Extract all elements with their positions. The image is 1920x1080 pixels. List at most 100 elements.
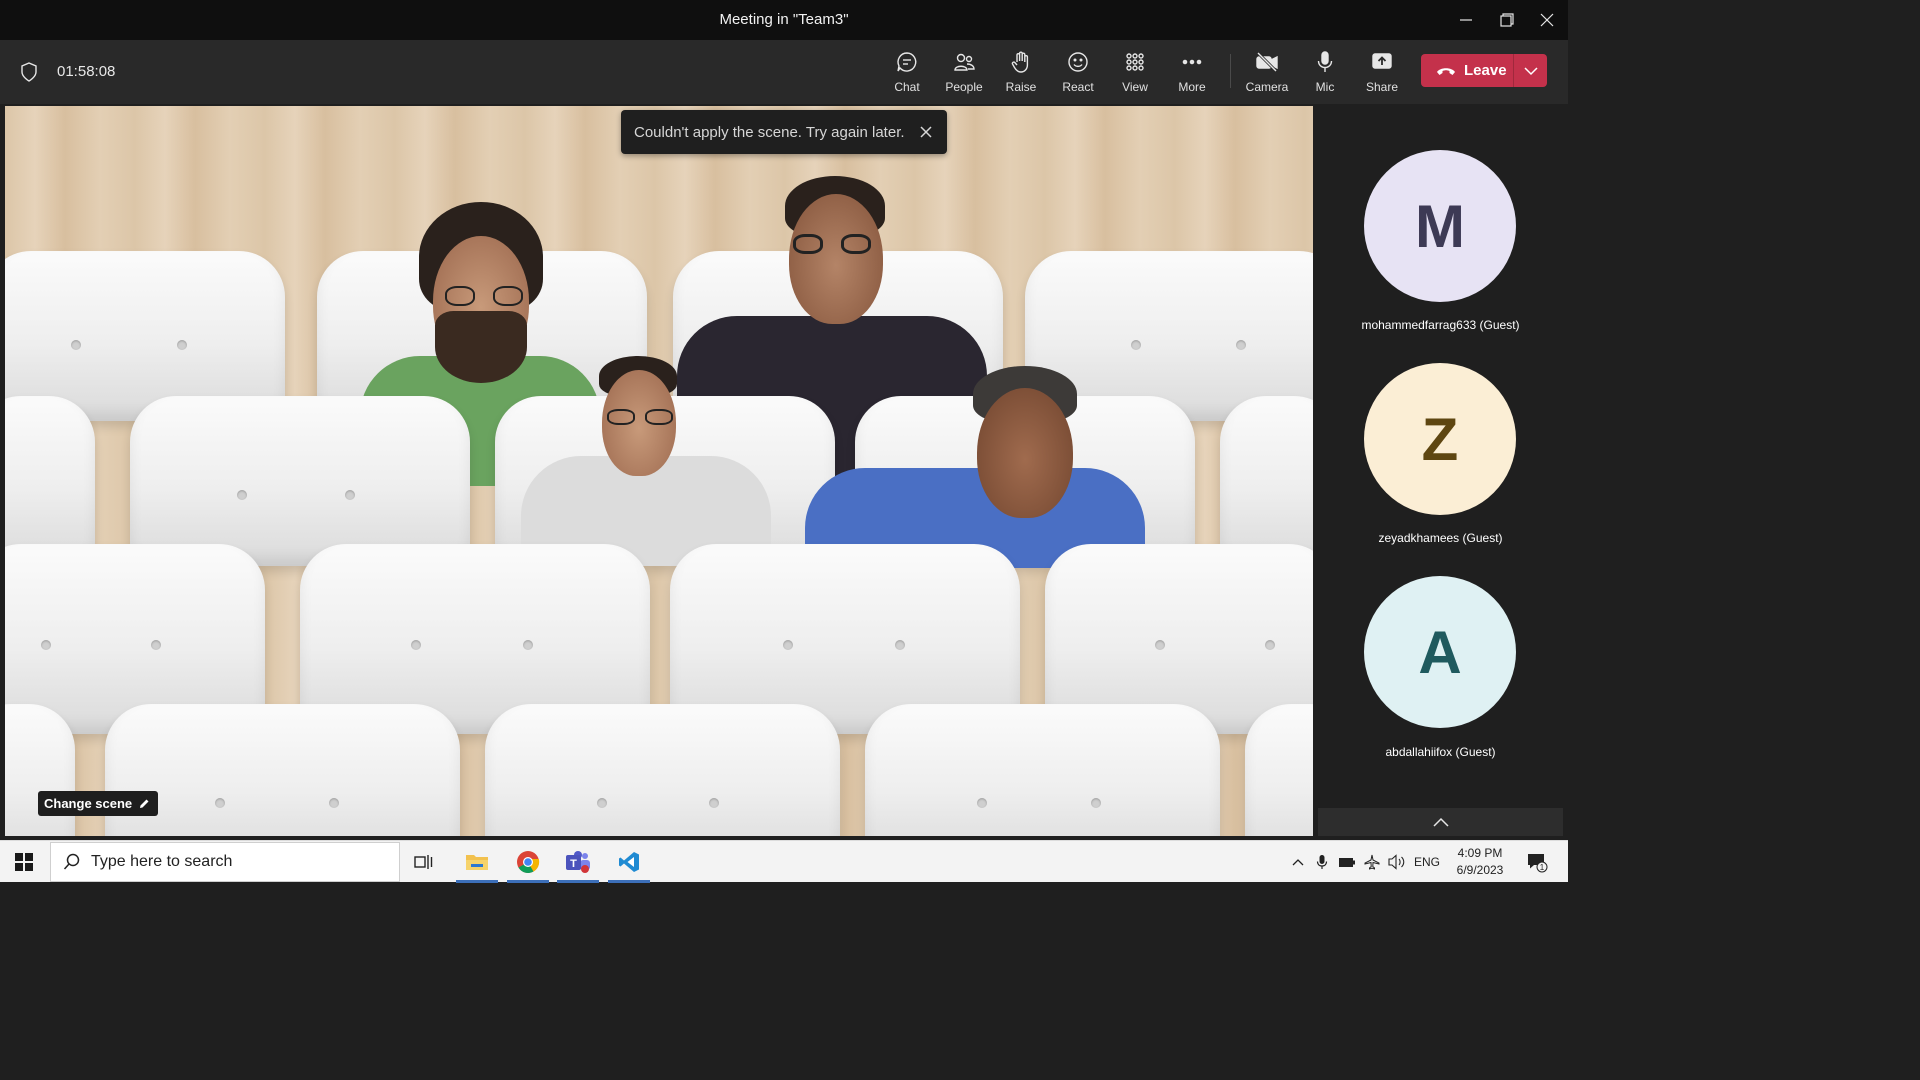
toolbar-divider	[1230, 54, 1231, 88]
camera-off-icon	[1256, 51, 1278, 73]
minimize-icon	[1460, 19, 1472, 21]
scene-error-toast: Couldn't apply the scene. Try again late…	[621, 110, 947, 154]
seat-tuft	[215, 798, 225, 808]
seat-tuft	[1155, 640, 1165, 650]
collapse-gallery-button[interactable]	[1318, 808, 1563, 836]
seat-tuft	[41, 640, 51, 650]
meeting-toolbar: 01:58:08 Chat People Raise React View Mo…	[0, 40, 1568, 104]
participant-name: mohammedfarrag633 (Guest)	[1361, 318, 1520, 332]
hang-up-icon	[1437, 67, 1455, 75]
share-label: Share	[1365, 80, 1399, 94]
view-button[interactable]: View	[1108, 50, 1162, 96]
windows-logo-icon	[15, 853, 33, 871]
participant-name: zeyadkhamees (Guest)	[1378, 531, 1503, 545]
raise-hand-button[interactable]: Raise	[994, 50, 1048, 96]
window-title: Meeting in "Team3"	[719, 11, 849, 28]
input-language-indicator[interactable]: ENG	[1414, 855, 1440, 869]
meeting-info-button[interactable]	[20, 62, 38, 87]
battery-icon	[1339, 858, 1355, 867]
mic-label: Mic	[1315, 80, 1335, 94]
participant-tile-2[interactable]: Z zeyadkhamees (Guest)	[1313, 363, 1568, 563]
seat	[485, 704, 840, 836]
people-button[interactable]: People	[937, 50, 991, 96]
mic-icon	[1316, 855, 1328, 869]
notification-icon: 1	[1528, 854, 1548, 873]
avatar: M	[1364, 150, 1516, 302]
battery-button[interactable]	[1336, 841, 1358, 883]
start-button[interactable]	[0, 841, 48, 883]
seat-tuft	[329, 798, 339, 808]
react-button[interactable]: React	[1051, 50, 1105, 96]
teams-button[interactable]: T	[557, 841, 599, 883]
seat	[5, 396, 95, 566]
leave-button[interactable]: Leave	[1421, 54, 1513, 87]
leave-label: Leave	[1464, 62, 1507, 79]
change-scene-button[interactable]: Change scene	[38, 791, 159, 816]
airplane-icon	[1364, 854, 1380, 870]
camera-button[interactable]: Camera	[1240, 50, 1294, 96]
share-button[interactable]: Share	[1355, 50, 1409, 96]
volume-button[interactable]	[1386, 841, 1408, 883]
seat	[1220, 396, 1313, 566]
mic-button[interactable]: Mic	[1298, 50, 1352, 96]
taskbar-search-box[interactable]: Type here to search	[50, 842, 400, 882]
notification-center-button[interactable]: 1	[1522, 841, 1552, 883]
avatar-initial: M	[1415, 192, 1465, 260]
glasses	[445, 286, 475, 306]
seat	[5, 704, 75, 836]
people-icon	[954, 53, 975, 71]
taskbar-clock[interactable]: 4:09 PM 6/9/2023	[1446, 845, 1514, 879]
change-scene-label: Change scene	[44, 796, 133, 811]
glasses	[793, 234, 823, 254]
restore-button[interactable]	[1487, 0, 1527, 40]
participant-tile-1[interactable]: M mohammedfarrag633 (Guest)	[1313, 150, 1568, 350]
avatar: Z	[1364, 363, 1516, 515]
glasses	[841, 234, 871, 254]
seat-tuft	[523, 640, 533, 650]
active-indicator	[507, 880, 549, 883]
smiley-icon	[1068, 52, 1088, 72]
chrome-icon	[517, 851, 540, 873]
chat-label: Chat	[894, 80, 920, 94]
vscode-button[interactable]	[608, 841, 650, 883]
airplane-mode-button[interactable]	[1361, 841, 1383, 883]
active-indicator	[557, 880, 599, 883]
windows-taskbar: Type here to search T ENG 4:09 PM 6/9/20…	[0, 840, 1568, 883]
active-indicator	[456, 880, 498, 883]
shield-icon	[21, 62, 37, 82]
seat-tuft	[151, 640, 161, 650]
share-icon	[1372, 53, 1392, 69]
restore-icon	[1500, 13, 1514, 27]
chrome-button[interactable]	[507, 841, 549, 883]
participant-tile-3[interactable]: A abdallahiifox (Guest)	[1313, 576, 1568, 776]
show-hidden-icons-button[interactable]	[1288, 841, 1308, 883]
close-window-button[interactable]	[1527, 0, 1567, 40]
avatar: A	[1364, 576, 1516, 728]
camera-label: Camera	[1245, 80, 1289, 94]
task-view-icon	[414, 855, 433, 869]
seat	[105, 704, 460, 836]
glasses	[607, 409, 635, 425]
seat-tuft	[1265, 640, 1275, 650]
seat-tuft	[597, 798, 607, 808]
leave-options-button[interactable]	[1514, 54, 1547, 87]
leave-button-group: Leave	[1421, 54, 1547, 87]
close-icon[interactable]	[919, 125, 933, 139]
more-button[interactable]: More	[1165, 50, 1219, 96]
seat-tuft	[345, 490, 355, 500]
file-explorer-button[interactable]	[456, 841, 498, 883]
seat-tuft	[783, 640, 793, 650]
mic-in-use-indicator[interactable]	[1312, 841, 1332, 883]
avatar-initial: A	[1418, 618, 1462, 686]
task-view-button[interactable]	[403, 841, 445, 883]
clock-time: 4:09 PM	[1457, 846, 1503, 860]
chat-button[interactable]: Chat	[880, 50, 934, 96]
clock-date: 6/9/2023	[1456, 863, 1504, 877]
mic-icon	[1317, 51, 1333, 72]
seat-tuft	[1236, 340, 1246, 350]
glasses	[493, 286, 523, 306]
participant-face	[789, 194, 883, 324]
active-indicator	[608, 880, 650, 883]
more-label: More	[1178, 80, 1206, 94]
minimize-button[interactable]	[1446, 0, 1486, 40]
